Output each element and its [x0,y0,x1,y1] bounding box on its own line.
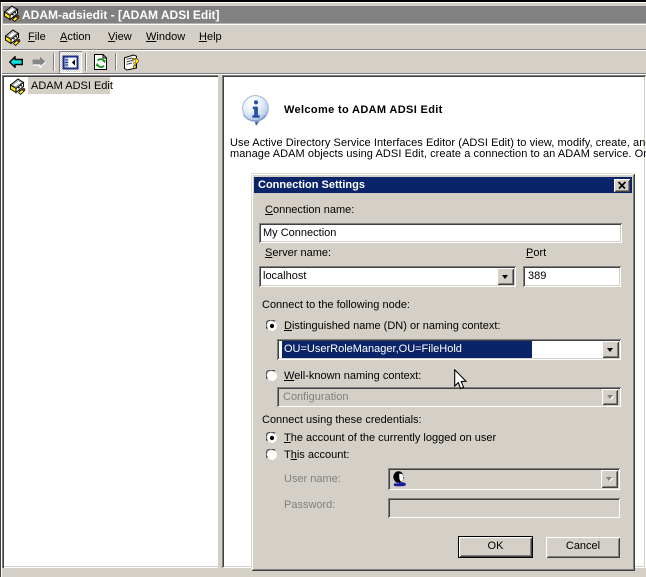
svg-text:?: ? [132,56,140,71]
